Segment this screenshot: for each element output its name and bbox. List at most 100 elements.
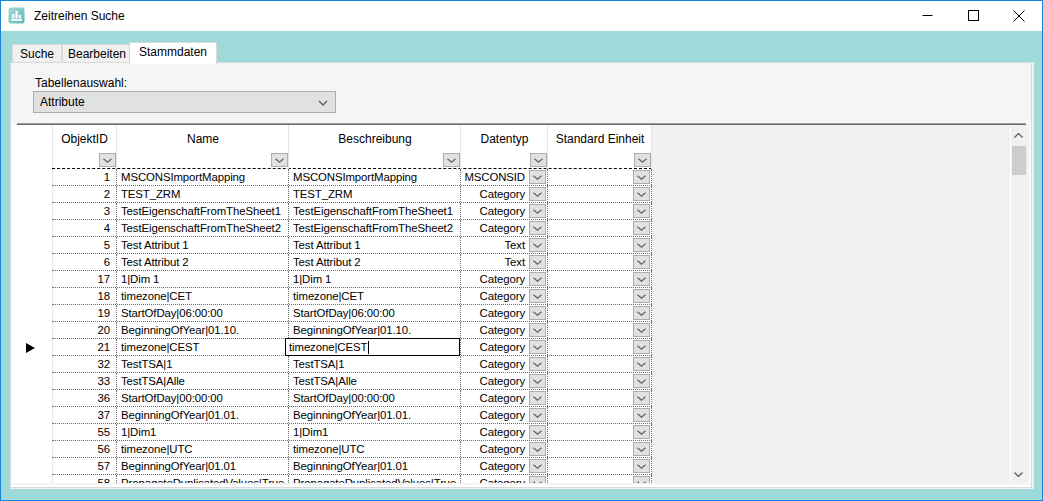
datentyp-dropdown[interactable] (529, 459, 546, 473)
minimize-button[interactable] (904, 1, 950, 31)
cell-beschreibung[interactable]: StartOfDay|00:00:00 (289, 390, 461, 406)
tab-suche[interactable]: Suche (12, 44, 62, 63)
einheit-dropdown[interactable] (633, 323, 650, 337)
datentyp-dropdown[interactable] (529, 221, 546, 235)
cell-objektid[interactable]: 56 (52, 441, 117, 457)
cell-name[interactable]: timezone|UTC (117, 441, 289, 457)
datentyp-dropdown[interactable] (529, 340, 546, 354)
column-header-einheit[interactable]: Standard Einheit (548, 125, 652, 153)
cell-objektid[interactable]: 33 (52, 373, 117, 389)
cell-name[interactable]: StartOfDay|06:00:00 (117, 305, 289, 321)
table-row[interactable]: 33TestTSA|AlleTestTSA|AlleCategory (52, 373, 652, 390)
datentyp-dropdown[interactable] (529, 391, 546, 405)
table-row[interactable]: 32TestTSA|1TestTSA|1Category (52, 356, 652, 373)
einheit-dropdown[interactable] (633, 459, 650, 473)
cell-edit-textbox[interactable]: timezone|CEST (285, 338, 460, 356)
table-row[interactable]: 551|Dim11|Dim1Category (52, 424, 652, 441)
einheit-dropdown[interactable] (633, 170, 650, 184)
table-row[interactable]: 4TestEigenschaftFromTheSheet2TestEigensc… (52, 220, 652, 237)
cell-beschreibung[interactable]: MSCONSImportMapping (289, 169, 461, 185)
scroll-down-arrow[interactable] (1011, 466, 1028, 483)
datentyp-dropdown[interactable] (529, 425, 546, 439)
filter-dropdown-id[interactable] (99, 153, 116, 167)
einheit-dropdown[interactable] (633, 272, 650, 286)
cell-name[interactable]: TestEigenschaftFromTheSheet1 (117, 203, 289, 219)
cell-name[interactable]: timezone|CET (117, 288, 289, 304)
datentyp-dropdown[interactable] (529, 476, 546, 483)
filter-dropdown-name[interactable] (271, 153, 288, 167)
tab-stammdaten[interactable]: Stammdaten (129, 42, 217, 64)
cell-objektid[interactable]: 2 (52, 186, 117, 202)
einheit-dropdown[interactable] (633, 391, 650, 405)
datentyp-dropdown[interactable] (529, 204, 546, 218)
scroll-up-arrow[interactable] (1011, 127, 1028, 144)
cell-name[interactable]: timezone|CEST (117, 339, 289, 355)
scrollbar-thumb[interactable] (1012, 146, 1026, 175)
table-row[interactable]: 6Test Attribut 2Test Attribut 2Text (52, 254, 652, 271)
cell-beschreibung[interactable]: 1|Dim1 (289, 424, 461, 440)
cell-beschreibung[interactable]: BeginningOfYear|01.10. (289, 322, 461, 338)
einheit-dropdown[interactable] (633, 408, 650, 422)
einheit-dropdown[interactable] (633, 187, 650, 201)
table-row[interactable]: 18timezone|CETtimezone|CETCategory (52, 288, 652, 305)
column-header-name[interactable]: Name (117, 125, 289, 153)
cell-objektid[interactable]: 37 (52, 407, 117, 423)
cell-beschreibung[interactable]: TestTSA|Alle (289, 373, 461, 389)
datentyp-dropdown[interactable] (529, 306, 546, 320)
table-row[interactable]: 2TEST_ZRMTEST_ZRMCategory (52, 186, 652, 203)
cell-name[interactable]: TestTSA|1 (117, 356, 289, 372)
cell-beschreibung[interactable]: TEST_ZRM (289, 186, 461, 202)
cell-beschreibung[interactable]: BeginningOfYear|01.01. (289, 407, 461, 423)
datentyp-dropdown[interactable] (529, 238, 546, 252)
table-row[interactable]: 20BeginningOfYear|01.10.BeginningOfYear|… (52, 322, 652, 339)
cell-beschreibung[interactable]: Test Attribut 1 (289, 237, 461, 253)
maximize-button[interactable] (950, 1, 996, 31)
cell-name[interactable]: TestTSA|Alle (117, 373, 289, 389)
cell-beschreibung[interactable]: TestTSA|1 (289, 356, 461, 372)
cell-name[interactable]: StartOfDay|00:00:00 (117, 390, 289, 406)
table-select-combobox[interactable]: Attribute (33, 91, 336, 113)
column-header-id[interactable]: ObjektID (52, 125, 117, 153)
datentyp-dropdown[interactable] (529, 323, 546, 337)
cell-beschreibung[interactable]: Test Attribut 2 (289, 254, 461, 270)
datentyp-dropdown[interactable] (529, 289, 546, 303)
datentyp-dropdown[interactable] (529, 272, 546, 286)
column-header-datentyp[interactable]: Datentyp (461, 125, 548, 153)
table-row[interactable]: 58PropagateDuplicatedValues|TruePropagat… (52, 475, 652, 483)
cell-beschreibung[interactable]: timezone|CET (289, 288, 461, 304)
cell-objektid[interactable]: 5 (52, 237, 117, 253)
cell-objektid[interactable]: 6 (52, 254, 117, 270)
cell-name[interactable]: TestEigenschaftFromTheSheet2 (117, 220, 289, 236)
cell-name[interactable]: Test Attribut 2 (117, 254, 289, 270)
einheit-dropdown[interactable] (633, 204, 650, 218)
table-row[interactable]: 37BeginningOfYear|01.01.BeginningOfYear|… (52, 407, 652, 424)
cell-name[interactable]: BeginningOfYear|01.01 (117, 458, 289, 474)
vertical-scrollbar[interactable] (1010, 125, 1027, 483)
cell-name[interactable]: MSCONSImportMapping (117, 169, 289, 185)
cell-objektid[interactable]: 36 (52, 390, 117, 406)
close-button[interactable] (996, 1, 1042, 31)
table-row[interactable]: 3TestEigenschaftFromTheSheet1TestEigensc… (52, 203, 652, 220)
cell-objektid[interactable]: 3 (52, 203, 117, 219)
cell-objektid[interactable]: 18 (52, 288, 117, 304)
tab-bearbeiten[interactable]: Bearbeiten (62, 44, 132, 63)
table-row[interactable]: 19StartOfDay|06:00:00StartOfDay|06:00:00… (52, 305, 652, 322)
einheit-dropdown[interactable] (633, 425, 650, 439)
filter-dropdown-datentyp[interactable] (530, 153, 547, 167)
datentyp-dropdown[interactable] (529, 442, 546, 456)
column-header-beschreibung[interactable]: Beschreibung (289, 125, 461, 153)
datentyp-dropdown[interactable] (529, 255, 546, 269)
cell-objektid[interactable]: 32 (52, 356, 117, 372)
cell-name[interactable]: PropagateDuplicatedValues|True (117, 475, 289, 483)
cell-name[interactable]: BeginningOfYear|01.10. (117, 322, 289, 338)
cell-beschreibung[interactable]: BeginningOfYear|01.01 (289, 458, 461, 474)
einheit-dropdown[interactable] (633, 340, 650, 354)
table-row[interactable]: 1MSCONSImportMappingMSCONSImportMappingM… (52, 169, 652, 186)
cell-beschreibung[interactable]: TestEigenschaftFromTheSheet2 (289, 220, 461, 236)
cell-name[interactable]: BeginningOfYear|01.01. (117, 407, 289, 423)
filter-dropdown-einheit[interactable] (634, 153, 651, 167)
cell-objektid[interactable]: 58 (52, 475, 117, 483)
einheit-dropdown[interactable] (633, 238, 650, 252)
cell-name[interactable]: 1|Dim1 (117, 424, 289, 440)
cell-objektid[interactable]: 19 (52, 305, 117, 321)
